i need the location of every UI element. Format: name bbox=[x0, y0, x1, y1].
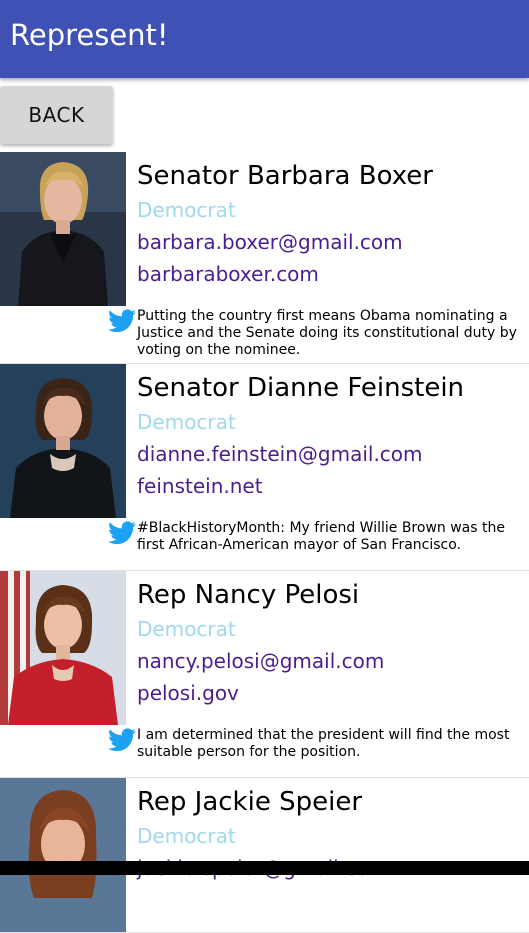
rep-website-link[interactable]: pelosi.gov bbox=[137, 677, 529, 709]
app-title: Represent! bbox=[10, 18, 169, 52]
tweet-text: I am determined that the president will … bbox=[137, 727, 510, 760]
rep-photo bbox=[0, 778, 126, 932]
rep-email-link[interactable]: barbara.boxer@gmail.com bbox=[137, 226, 529, 258]
rep-name: Senator Barbara Boxer bbox=[137, 161, 433, 191]
rep-photo bbox=[0, 364, 126, 518]
rep-photo bbox=[0, 571, 126, 725]
rep-tweet: Putting the country first means Obama no… bbox=[0, 306, 529, 363]
app-bar: Represent! bbox=[0, 0, 529, 78]
navigation-bar bbox=[0, 861, 529, 875]
rep-email-link[interactable]: nancy.pelosi@gmail.com bbox=[137, 645, 529, 677]
tweet-text: #BlackHistoryMonth: My friend Willie Bro… bbox=[137, 520, 505, 553]
rep-card-pelosi[interactable]: Rep Nancy Pelosi Democrat nancy.pelosi@g… bbox=[0, 571, 529, 778]
rep-website-link[interactable]: feinstein.net bbox=[137, 470, 529, 502]
rep-party: Democrat bbox=[137, 410, 236, 434]
twitter-bird-icon bbox=[108, 521, 136, 545]
twitter-bird-icon bbox=[108, 728, 136, 752]
rep-email-link[interactable]: dianne.feinstein@gmail.com bbox=[137, 438, 529, 470]
rep-card-speier[interactable]: Rep Jackie Speier Democrat jackie.speier… bbox=[0, 778, 529, 933]
back-button[interactable]: BACK bbox=[0, 86, 113, 144]
rep-name: Rep Nancy Pelosi bbox=[137, 580, 360, 610]
rep-party: Democrat bbox=[137, 198, 236, 222]
twitter-bird-icon bbox=[108, 309, 136, 333]
rep-photo bbox=[0, 152, 126, 306]
representative-list: Senator Barbara Boxer Democrat barbara.b… bbox=[0, 152, 529, 933]
rep-tweet: #BlackHistoryMonth: My friend Willie Bro… bbox=[0, 518, 529, 570]
rep-name: Rep Jackie Speier bbox=[137, 787, 363, 817]
rep-website-link[interactable]: barbaraboxer.com bbox=[137, 258, 529, 290]
tweet-text: Putting the country first means Obama no… bbox=[137, 308, 517, 358]
rep-tweet: I am determined that the president will … bbox=[0, 725, 529, 777]
rep-card-boxer[interactable]: Senator Barbara Boxer Democrat barbara.b… bbox=[0, 152, 529, 364]
rep-card-feinstein[interactable]: Senator Dianne Feinstein Democrat dianne… bbox=[0, 364, 529, 571]
rep-name: Senator Dianne Feinstein bbox=[137, 373, 465, 403]
rep-party: Democrat bbox=[137, 824, 236, 848]
rep-party: Democrat bbox=[137, 617, 236, 641]
